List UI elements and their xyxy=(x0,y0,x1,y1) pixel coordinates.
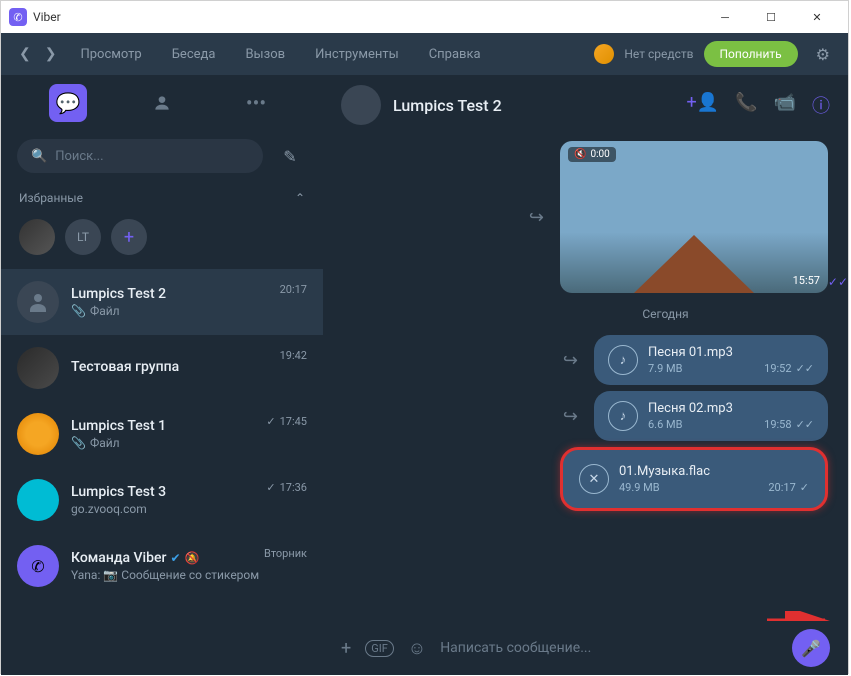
search-icon: 🔍 xyxy=(31,149,47,164)
settings-gear-icon[interactable]: ⚙ xyxy=(808,45,838,64)
add-participant-icon[interactable]: +👤 xyxy=(687,92,720,118)
annotation-arrow xyxy=(767,611,837,621)
close-button[interactable]: ✕ xyxy=(794,1,840,33)
mute-indicator: 🔇 0:00 xyxy=(568,147,616,162)
read-check-icon: ✓✓ xyxy=(796,418,814,431)
topup-button[interactable]: Пополнить xyxy=(704,41,798,67)
tab-contacts-icon[interactable] xyxy=(143,84,181,122)
compose-button[interactable]: ✎ xyxy=(273,139,307,173)
video-message[interactable]: 🔇 0:00 15:57 xyxy=(560,141,828,293)
file-name: 01.Музыка.flac xyxy=(619,464,809,479)
avatar xyxy=(17,413,59,455)
nav-back-icon[interactable]: ❮ xyxy=(19,46,31,62)
add-favorite-button[interactable]: + xyxy=(111,219,147,255)
pin-icon: 📎 xyxy=(71,304,86,318)
favorites-label: Избранные xyxy=(19,191,83,205)
chat-time: Вторник xyxy=(264,547,307,560)
menu-call[interactable]: Вызов xyxy=(231,41,299,68)
menu-tools[interactable]: Инструменты xyxy=(301,41,413,68)
search-placeholder: Поиск... xyxy=(55,149,103,164)
favorite-contact-1[interactable] xyxy=(19,219,55,255)
viber-logo-icon: ✆ xyxy=(9,8,27,26)
date-separator: Сегодня xyxy=(343,307,828,321)
maximize-button[interactable]: ☐ xyxy=(748,1,794,33)
voice-message-button[interactable]: 🎤 xyxy=(792,629,830,667)
cancel-upload-icon[interactable]: ✕ xyxy=(579,464,609,494)
minimize-button[interactable]: ─ xyxy=(702,1,748,33)
verified-icon: ✔ xyxy=(170,551,180,565)
message-input[interactable]: Написать сообщение... xyxy=(440,640,778,656)
avatar xyxy=(17,479,59,521)
tab-chats-icon[interactable]: 💬 xyxy=(49,84,87,122)
menubar: ❮ ❯ Просмотр Беседа Вызов Инструменты Сп… xyxy=(1,33,848,75)
audio-file-icon: ♪ xyxy=(608,345,638,375)
forward-icon[interactable]: ↪ xyxy=(563,406,578,427)
titlebar: ✆ Viber ─ ☐ ✕ xyxy=(1,1,848,33)
messages-area: ↪ 🔇 0:00 15:57 ✓✓ Сегодня ↪ ♪ xyxy=(323,135,848,621)
tab-more-icon[interactable]: ••• xyxy=(237,84,275,122)
muted-icon: 🔕 xyxy=(185,551,200,565)
gif-button[interactable]: GIF xyxy=(365,640,394,657)
audio-file-icon: ♪ xyxy=(608,401,638,431)
menu-view[interactable]: Просмотр xyxy=(66,41,155,68)
chat-item[interactable]: Lumpics Test 3 go.zvooq.com ✓17:36 xyxy=(1,467,323,533)
sidebar: 💬 ••• 🔍 Поиск... ✎ Избранные ⌃ LT + xyxy=(1,75,323,675)
balance-icon xyxy=(594,44,614,64)
file-name: Песня 02.mp3 xyxy=(648,401,814,416)
menu-help[interactable]: Справка xyxy=(415,41,495,68)
chat-time: 19:42 xyxy=(280,349,307,362)
video-duration: 15:57 xyxy=(793,274,820,287)
file-name: Песня 01.mp3 xyxy=(648,345,814,360)
header-name: Lumpics Test 2 xyxy=(393,96,675,115)
window-title: Viber xyxy=(33,10,61,24)
avatar xyxy=(17,347,59,389)
favorite-contact-lt[interactable]: LT xyxy=(65,219,101,255)
chat-item[interactable]: Lumpics Test 2 📎Файл 20:17 xyxy=(1,269,323,335)
sent-check-icon: ✓ xyxy=(800,481,809,494)
nav-forward-icon[interactable]: ❯ xyxy=(45,46,57,62)
emoji-icon[interactable]: ☺ xyxy=(408,638,426,659)
message-input-bar: + GIF ☺ Написать сообщение... 🎤 xyxy=(323,621,848,675)
chat-item[interactable]: ✆ Команда Viber ✔ 🔕 Yana: 📷 Сообщение со… xyxy=(1,533,323,599)
forward-icon[interactable]: ↪ xyxy=(529,207,544,228)
file-message[interactable]: ♪ Песня 02.mp3 6.6 MB19:58 ✓✓ xyxy=(594,391,828,441)
read-check-icon: ✓✓ xyxy=(828,275,848,289)
check-icon: ✓ xyxy=(266,481,275,494)
balance-text: Нет средств xyxy=(624,47,693,61)
avatar: ✆ xyxy=(17,545,59,587)
chat-time: 20:17 xyxy=(280,283,307,296)
chevron-up-icon[interactable]: ⌃ xyxy=(295,191,305,205)
avatar xyxy=(17,281,59,323)
chat-header: Lumpics Test 2 +👤 📞 📹 ⓘ xyxy=(323,75,848,135)
read-check-icon: ✓✓ xyxy=(796,362,814,375)
chat-name: Lumpics Test 2 xyxy=(71,286,307,302)
chat-name: Тестовая группа xyxy=(71,359,307,375)
file-message-uploading[interactable]: ✕ 01.Музыка.flac 49.9 MB20:17 ✓ xyxy=(560,447,828,511)
chat-item[interactable]: Тестовая группа 19:42 xyxy=(1,335,323,401)
forward-icon[interactable]: ↪ xyxy=(563,350,578,371)
check-icon: ✓ xyxy=(266,415,275,428)
search-input[interactable]: 🔍 Поиск... xyxy=(17,139,263,173)
audio-call-icon[interactable]: 📞 xyxy=(735,92,757,118)
info-icon[interactable]: ⓘ xyxy=(812,92,830,118)
header-avatar[interactable] xyxy=(341,85,381,125)
chat-item[interactable]: Lumpics Test 1 📎Файл ✓17:45 xyxy=(1,401,323,467)
menu-chat[interactable]: Беседа xyxy=(158,41,230,68)
pin-icon: 📎 xyxy=(71,436,86,450)
attach-icon[interactable]: + xyxy=(341,638,351,659)
chat-main: Lumpics Test 2 +👤 📞 📹 ⓘ ↪ 🔇 0:00 15:5 xyxy=(323,75,848,675)
file-message[interactable]: ♪ Песня 01.mp3 7.9 MB19:52 ✓✓ xyxy=(594,335,828,385)
video-call-icon[interactable]: 📹 xyxy=(774,92,796,118)
